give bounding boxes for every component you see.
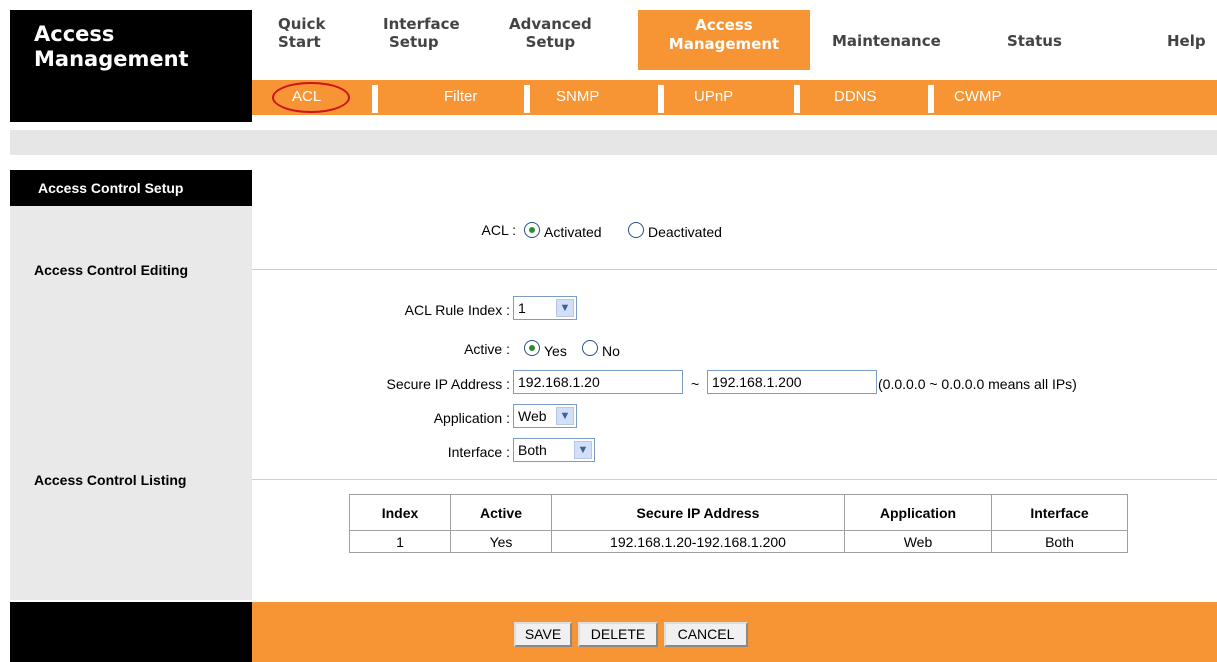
chevron-down-icon: ▼ <box>574 441 592 459</box>
acl-deactivated-radio[interactable] <box>628 222 644 238</box>
nav-status[interactable]: Status <box>1007 32 1062 50</box>
subnav-separator <box>524 85 530 113</box>
cell-interface: Both <box>991 530 1128 553</box>
nav-quick-start-line2: Start <box>278 33 321 51</box>
nav-access-management-line1: Access <box>695 16 753 34</box>
interface-select[interactable]: Both ▼ <box>513 438 595 462</box>
page-title-line1: Access <box>34 22 115 46</box>
interface-label: Interface : <box>447 444 510 460</box>
nav-advanced-setup[interactable]: Advanced Setup <box>509 15 592 51</box>
section-divider <box>252 269 1217 270</box>
subnav-cwmp[interactable]: CWMP <box>954 88 1002 105</box>
active-no-label: No <box>602 343 620 359</box>
col-header-application: Application <box>844 494 992 531</box>
ip-range-hint: (0.0.0.0 ~ 0.0.0.0 means all IPs) <box>878 376 1077 392</box>
side-panel <box>10 170 252 600</box>
subnav-separator <box>794 85 800 113</box>
sub-nav: ACL Filter SNMP UPnP DDNS CWMP <box>252 80 1217 115</box>
ip-start-input[interactable]: 192.168.1.20 <box>513 370 683 394</box>
acl-activated-label: Activated <box>544 224 602 240</box>
ip-range-separator: ~ <box>691 376 700 392</box>
subnav-filter[interactable]: Filter <box>444 88 477 105</box>
subnav-acl[interactable]: ACL <box>292 88 321 105</box>
application-select[interactable]: Web ▼ <box>513 404 577 428</box>
section-divider <box>252 479 1217 480</box>
cell-secure-ip: 192.168.1.20-192.168.1.200 <box>551 530 845 553</box>
subnav-separator <box>658 85 664 113</box>
footer-left <box>10 602 252 662</box>
subnav-separator <box>928 85 934 113</box>
nav-advanced-setup-line1: Advanced <box>509 15 592 33</box>
col-header-interface: Interface <box>991 494 1128 531</box>
nav-interface-setup[interactable]: Interface Setup <box>383 15 460 51</box>
nav-access-management-label: Access Management <box>638 16 810 54</box>
secure-ip-label: Secure IP Address : <box>386 376 510 392</box>
interface-value: Both <box>518 442 547 458</box>
nav-interface-setup-line2: Setup <box>389 33 439 51</box>
acl-listing-table: Index Active Secure IP Address Applicati… <box>349 494 1128 553</box>
nav-access-management[interactable]: Access Management <box>638 10 810 70</box>
nav-maintenance[interactable]: Maintenance <box>832 32 941 50</box>
rule-index-select[interactable]: 1 ▼ <box>513 296 577 320</box>
page-title-line2: Management <box>34 47 189 71</box>
cell-active: Yes <box>450 530 552 553</box>
active-yes-label: Yes <box>544 343 567 359</box>
section-access-control-setup: Access Control Setup <box>38 180 184 196</box>
ip-end-input[interactable]: 192.168.1.200 <box>707 370 877 394</box>
application-value: Web <box>518 408 547 424</box>
top-nav: Quick Start Interface Setup Advanced Set… <box>252 10 1217 70</box>
subnav-ddns[interactable]: DDNS <box>834 88 877 105</box>
active-no-radio[interactable] <box>582 340 598 356</box>
chevron-down-icon: ▼ <box>556 299 574 317</box>
nav-advanced-setup-line2: Setup <box>525 33 576 51</box>
delete-button[interactable]: DELETE <box>578 622 658 647</box>
cancel-button[interactable]: CANCEL <box>664 622 748 647</box>
subnav-separator <box>372 85 378 113</box>
application-label: Application : <box>433 410 510 426</box>
header-divider-strip <box>10 130 1217 155</box>
save-button[interactable]: SAVE <box>514 622 572 647</box>
nav-quick-start[interactable]: Quick Start <box>278 15 325 51</box>
acl-deactivated-label: Deactivated <box>648 224 722 240</box>
subnav-snmp[interactable]: SNMP <box>556 88 599 105</box>
section-access-control-listing: Access Control Listing <box>34 472 187 488</box>
nav-access-management-line2: Management <box>668 35 780 53</box>
rule-index-label: ACL Rule Index : <box>404 302 510 318</box>
col-header-secure-ip: Secure IP Address <box>551 494 845 531</box>
table-row: 1 Yes 192.168.1.20-192.168.1.200 Web Bot… <box>349 530 1128 553</box>
page-title: Access Management <box>34 22 189 72</box>
table-header-row: Index Active Secure IP Address Applicati… <box>349 494 1128 531</box>
acl-label: ACL : <box>481 222 517 238</box>
active-yes-radio[interactable] <box>524 340 540 356</box>
chevron-down-icon: ▼ <box>556 407 574 425</box>
rule-index-value: 1 <box>518 300 526 316</box>
header-brand: Access Management <box>10 10 252 122</box>
subnav-upnp[interactable]: UPnP <box>694 88 733 105</box>
col-header-active: Active <box>450 494 552 531</box>
acl-activated-radio[interactable] <box>524 222 540 238</box>
cell-index: 1 <box>349 530 451 553</box>
nav-quick-start-line1: Quick <box>278 15 326 33</box>
section-access-control-editing: Access Control Editing <box>34 262 189 278</box>
active-label: Active : <box>464 341 510 357</box>
nav-interface-setup-line1: Interface <box>383 15 460 33</box>
nav-help[interactable]: Help <box>1167 32 1206 50</box>
cell-application: Web <box>844 530 992 553</box>
col-header-index: Index <box>349 494 451 531</box>
